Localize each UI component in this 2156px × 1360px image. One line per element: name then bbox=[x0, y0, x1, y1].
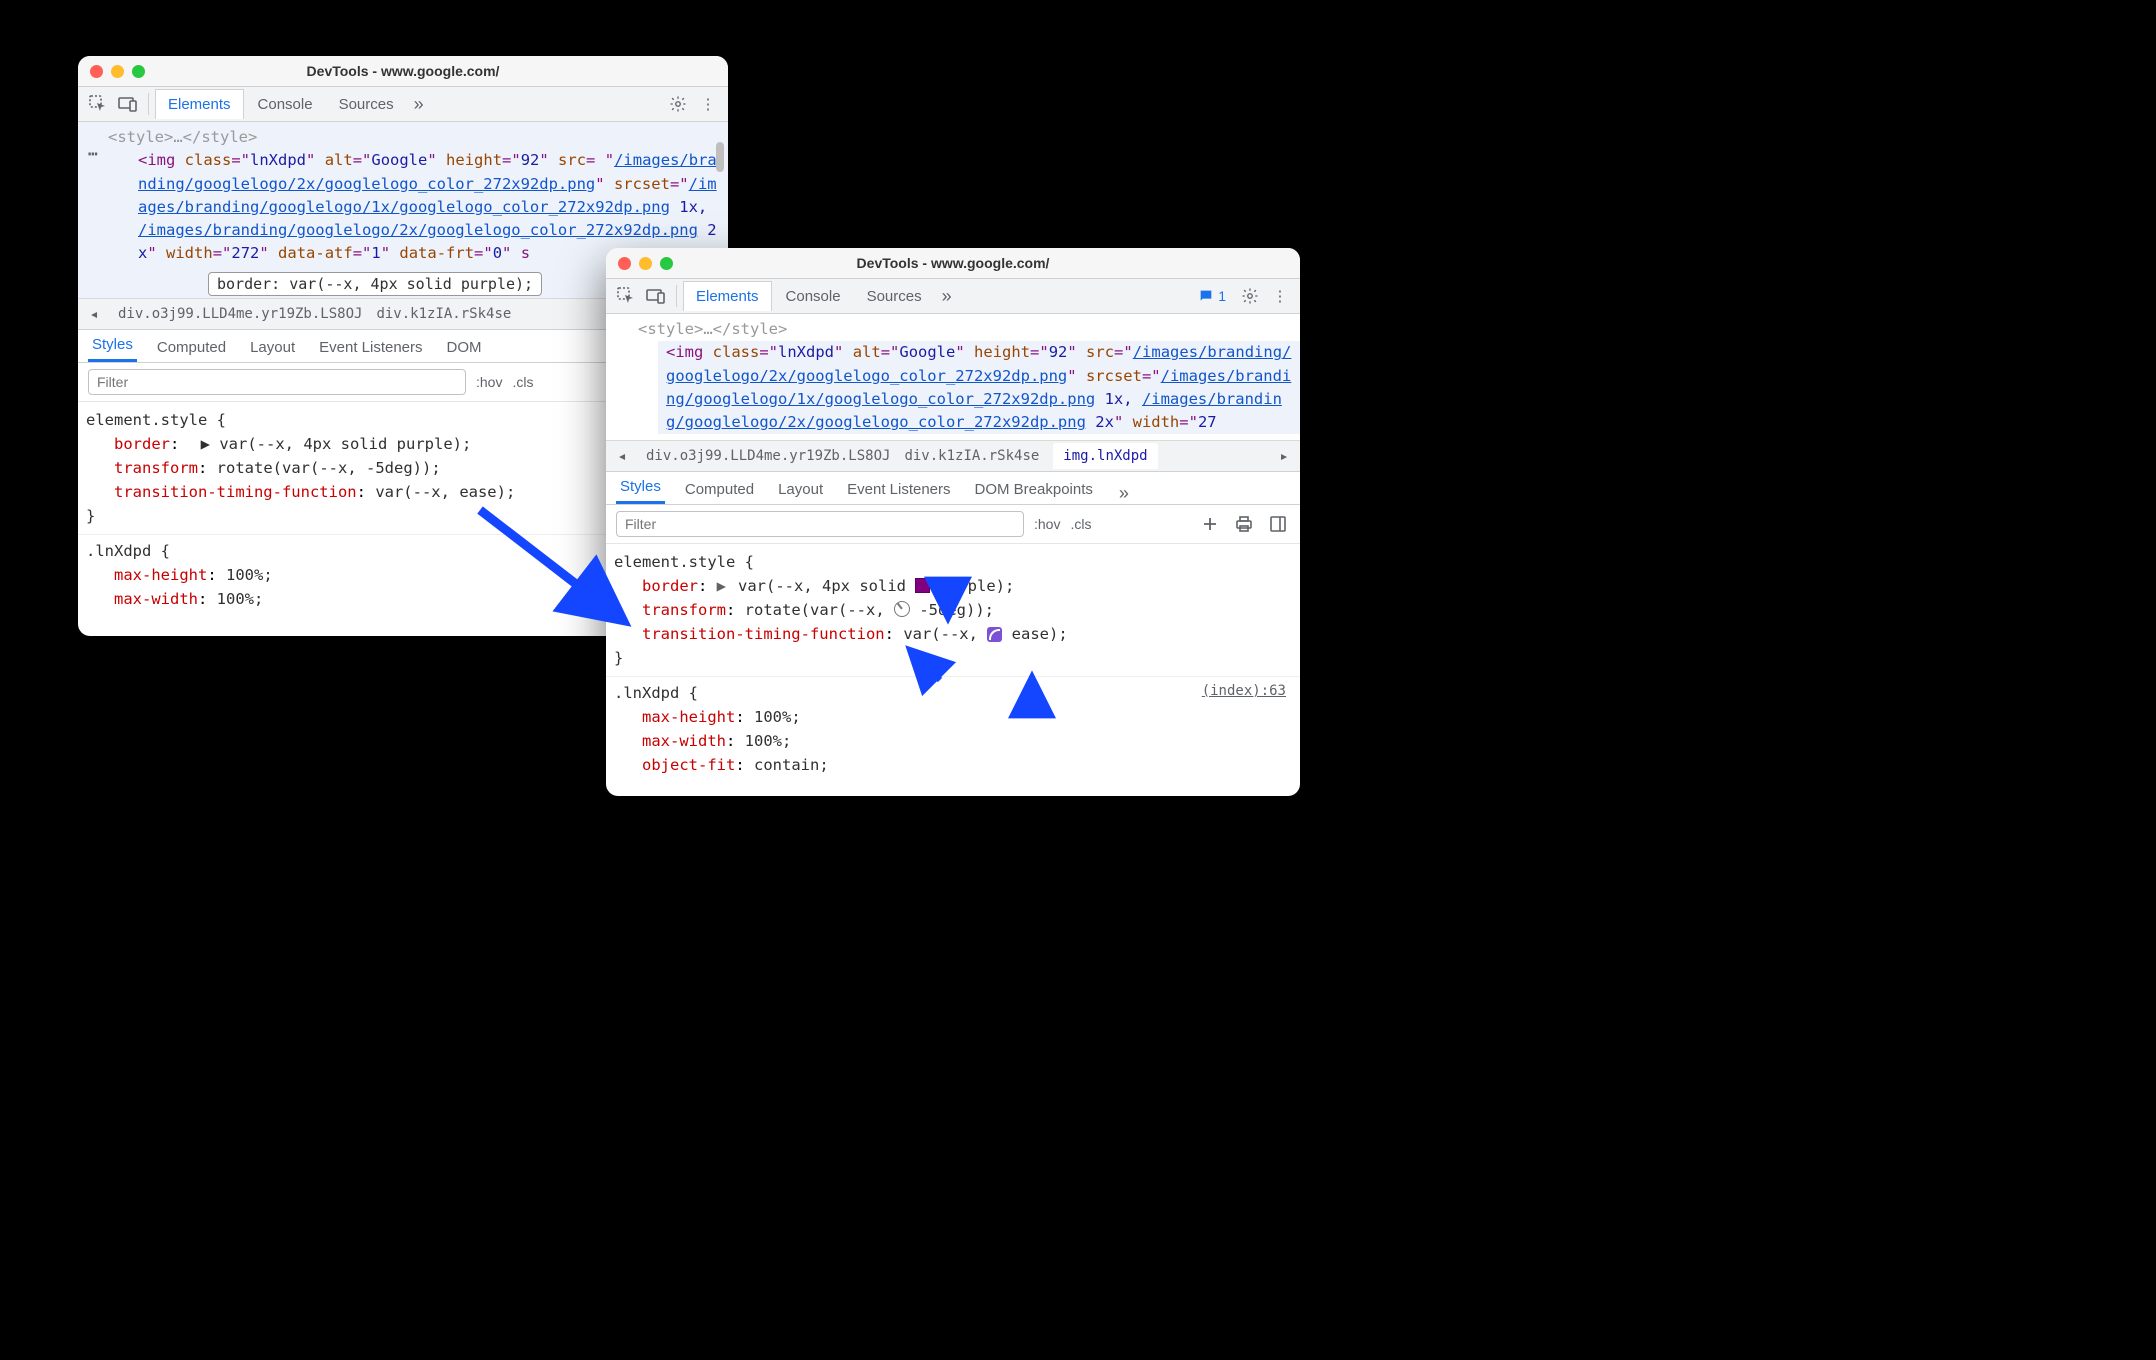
kebab-icon[interactable]: ⋮ bbox=[1266, 282, 1294, 310]
css-property[interactable]: max-width: 100%; bbox=[614, 729, 1292, 753]
subtab-listeners[interactable]: Event Listeners bbox=[843, 475, 954, 504]
subtab-dombp[interactable]: DOM Breakpoints bbox=[971, 475, 1097, 504]
titlebar[interactable]: DevTools - www.google.com/ bbox=[78, 56, 728, 87]
close-icon[interactable] bbox=[618, 257, 631, 270]
device-toolbar-icon[interactable] bbox=[114, 90, 142, 118]
tab-sources[interactable]: Sources bbox=[327, 90, 406, 119]
main-toolbar: Elements Console Sources » ⋮ bbox=[78, 87, 728, 122]
subtab-listeners[interactable]: Event Listeners bbox=[315, 333, 426, 362]
minimize-icon[interactable] bbox=[111, 65, 124, 78]
tab-elements[interactable]: Elements bbox=[155, 89, 244, 119]
cls-toggle[interactable]: .cls bbox=[512, 374, 533, 390]
subtab-styles[interactable]: Styles bbox=[616, 472, 665, 504]
chevron-left-icon[interactable]: ◂ bbox=[612, 447, 632, 465]
gear-icon[interactable] bbox=[1236, 282, 1264, 310]
devtools-window-after: DevTools - www.google.com/ Elements Cons… bbox=[606, 248, 1300, 796]
chevron-right-icon[interactable]: ▸ bbox=[1274, 447, 1294, 465]
dom-node: <style>…</style> bbox=[638, 318, 1292, 341]
scrollbar[interactable] bbox=[716, 142, 724, 172]
css-property-border[interactable]: border: ▶ var(--x, 4px solid purple); bbox=[614, 574, 1292, 598]
subtab-layout[interactable]: Layout bbox=[774, 475, 827, 504]
main-toolbar: Elements Console Sources » 1 ⋮ bbox=[606, 279, 1300, 314]
source-link[interactable]: (index):63 bbox=[1202, 681, 1286, 703]
subtab-dombp[interactable]: DOM bbox=[443, 333, 486, 362]
hov-toggle[interactable]: :hov bbox=[476, 374, 502, 390]
breadcrumb[interactable]: ◂ div.o3j99.LLD4me.yr19Zb.LS8OJ div.k1zI… bbox=[606, 441, 1300, 472]
inline-style-tooltip: border: var(--x, 4px solid purple); bbox=[208, 272, 542, 296]
hov-toggle[interactable]: :hov bbox=[1034, 516, 1060, 532]
crumb-item[interactable]: div.k1zIA.rSk4se bbox=[376, 306, 511, 322]
css-property-transform[interactable]: transform: rotate(var(--x, -5deg)); bbox=[614, 598, 1292, 622]
issues-count: 1 bbox=[1218, 288, 1226, 304]
zoom-icon[interactable] bbox=[660, 257, 673, 270]
inspect-icon[interactable] bbox=[84, 90, 112, 118]
filter-input[interactable] bbox=[88, 369, 466, 395]
tab-elements[interactable]: Elements bbox=[683, 281, 772, 311]
filter-row: :hov .cls bbox=[606, 505, 1300, 544]
subtab-computed[interactable]: Computed bbox=[153, 333, 230, 362]
more-tabs-chevron-icon[interactable]: » bbox=[1113, 483, 1135, 504]
subtab-layout[interactable]: Layout bbox=[246, 333, 299, 362]
crumb-item[interactable]: div.o3j99.LLD4me.yr19Zb.LS8OJ bbox=[118, 306, 362, 322]
styles-subtabs: Styles Computed Layout Event Listeners D… bbox=[606, 472, 1300, 505]
tab-sources[interactable]: Sources bbox=[855, 282, 934, 311]
ellipsis-icon[interactable]: ⋯ bbox=[88, 144, 100, 163]
issues-badge[interactable]: 1 bbox=[1190, 288, 1234, 304]
rule-close: } bbox=[614, 646, 1292, 670]
dom-node: <style>…</style> bbox=[108, 126, 720, 149]
crumb-item-selected[interactable]: img.lnXdpd bbox=[1053, 443, 1157, 469]
angle-swatch-icon[interactable] bbox=[894, 601, 910, 617]
filter-input[interactable] bbox=[616, 511, 1024, 537]
more-tabs-chevron-icon[interactable]: » bbox=[408, 94, 430, 115]
zoom-icon[interactable] bbox=[132, 65, 145, 78]
add-rule-icon[interactable] bbox=[1198, 512, 1222, 536]
color-swatch-icon[interactable] bbox=[915, 578, 930, 593]
minimize-icon[interactable] bbox=[639, 257, 652, 270]
device-toolbar-icon[interactable] bbox=[642, 282, 670, 310]
window-title: DevTools - www.google.com/ bbox=[606, 255, 1300, 271]
print-media-icon[interactable] bbox=[1232, 512, 1256, 536]
more-tabs-chevron-icon[interactable]: » bbox=[936, 286, 958, 307]
easing-swatch-icon[interactable] bbox=[987, 627, 1002, 642]
tab-console[interactable]: Console bbox=[246, 90, 325, 119]
titlebar[interactable]: DevTools - www.google.com/ bbox=[606, 248, 1300, 279]
inspect-icon[interactable] bbox=[612, 282, 640, 310]
css-property[interactable]: max-height: 100%; bbox=[614, 705, 1292, 729]
rule-selector[interactable]: element.style { bbox=[614, 550, 1292, 574]
crumb-item[interactable]: div.o3j99.LLD4me.yr19Zb.LS8OJ bbox=[646, 448, 890, 464]
gear-icon[interactable] bbox=[664, 90, 692, 118]
subtab-computed[interactable]: Computed bbox=[681, 475, 758, 504]
cls-toggle[interactable]: .cls bbox=[1070, 516, 1091, 532]
tab-console[interactable]: Console bbox=[774, 282, 853, 311]
kebab-icon[interactable]: ⋮ bbox=[694, 90, 722, 118]
css-property-ttf[interactable]: transition-timing-function: var(--x, eas… bbox=[614, 622, 1292, 646]
css-property[interactable]: object-fit: contain; bbox=[614, 753, 1292, 777]
dom-tree[interactable]: <style>…</style> <img class="lnXdpd" alt… bbox=[606, 314, 1300, 441]
computed-sidebar-icon[interactable] bbox=[1266, 512, 1290, 536]
crumb-item[interactable]: div.k1zIA.rSk4se bbox=[904, 448, 1039, 464]
close-icon[interactable] bbox=[90, 65, 103, 78]
chevron-left-icon[interactable]: ◂ bbox=[84, 305, 104, 323]
window-title: DevTools - www.google.com/ bbox=[78, 63, 728, 79]
subtab-styles[interactable]: Styles bbox=[88, 330, 137, 362]
styles-pane[interactable]: element.style { border: ▶ var(--x, 4px s… bbox=[606, 544, 1300, 783]
rule-selector[interactable]: .lnXdpd { bbox=[614, 681, 1292, 705]
srcset-link-2[interactable]: /images/branding/googlelogo/2x/googlelog… bbox=[138, 221, 698, 239]
dom-node-img[interactable]: <img class="lnXdpd" alt="Google" height=… bbox=[658, 341, 1300, 434]
